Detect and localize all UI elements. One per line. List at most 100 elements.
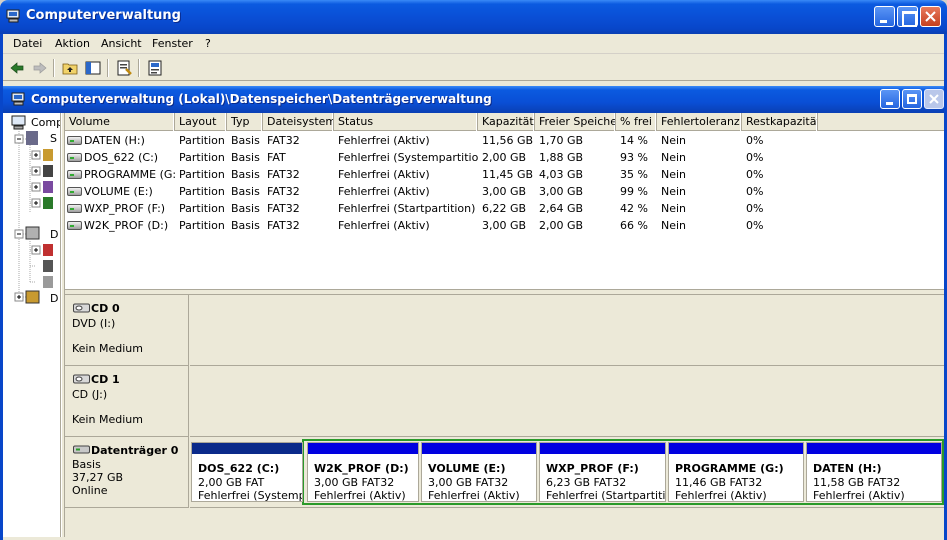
table-cell: 42 % [620, 202, 648, 215]
column-header[interactable]: Dateisystem [263, 113, 334, 131]
table-cell: Basis [231, 202, 260, 215]
menu-ansicht[interactable]: Ansicht [101, 37, 142, 50]
partition-block[interactable]: PROGRAMME (G:) 11,46 GB FAT32 Fehlerfrei (… [668, 442, 804, 502]
close-icon [925, 11, 936, 22]
table-cell: FAT [267, 151, 286, 164]
table-cell: FAT32 [267, 219, 300, 232]
disk-type: DVD (I:) [72, 317, 116, 330]
table-row[interactable]: DOS_622 (C:) Partition Basis FAT Fehlerfrei … [65, 149, 944, 166]
disk-status: Kein Medium [72, 413, 143, 426]
disk-label-cd0[interactable]: CD 0 DVD (I:) Kein Medium [65, 295, 189, 366]
table-row[interactable]: PROGRAMME (G:) Partition Basis FAT32 Fehlerf… [65, 166, 944, 183]
table-cell: Nein [661, 219, 687, 232]
table-row[interactable]: VOLUME (E:) Partition Basis FAT32 Fehlerfrei… [65, 183, 944, 200]
disk-label-cd1[interactable]: CD 1 CD (J:) Kein Medium [65, 366, 189, 437]
tree-item-computer[interactable]: Comp [31, 116, 60, 129]
properties-icon[interactable] [114, 58, 134, 78]
table-cell: Basis [231, 219, 260, 232]
console-tree[interactable]: Comp S D D [6, 113, 61, 537]
table-cell: 66 % [620, 219, 648, 232]
table-cell: WXP_PROF (F:) [65, 200, 175, 217]
table-cell: 11,45 GB [482, 168, 534, 181]
forward-arrow-icon[interactable] [30, 58, 50, 78]
table-cell: Fehlerfrei (Aktiv) [338, 219, 430, 232]
back-arrow-icon[interactable] [7, 58, 27, 78]
table-row[interactable]: W2K_PROF (D:) Partition Basis FAT32 Fehlerfr… [65, 217, 944, 234]
minimize-button[interactable] [874, 6, 895, 27]
menu-aktion[interactable]: Aktion [55, 37, 90, 50]
partition-status: Fehlerfrei (Aktiv) [813, 489, 905, 502]
column-header[interactable]: % frei [616, 113, 657, 131]
volume-name: WXP_PROF (F:) [84, 202, 166, 215]
tree-item-system[interactable]: S [50, 132, 57, 145]
tree-item-dienste[interactable]: D [50, 292, 58, 305]
table-cell: 0% [746, 168, 764, 181]
partition-block[interactable]: DOS_622 (C:) 2,00 GB FAT Fehlerfrei (Syste… [191, 442, 303, 502]
disk-area-cd1[interactable] [190, 366, 944, 437]
table-cell: Nein [661, 134, 687, 147]
table-cell: 11,56 GB [482, 134, 534, 147]
table-cell: Basis [231, 151, 260, 164]
table-cell: Fehlerfrei (Aktiv) [338, 168, 430, 181]
table-cell: 2,00 GB [482, 151, 527, 164]
column-header[interactable]: Fehlertoleranz [657, 113, 742, 131]
table-row[interactable]: WXP_PROF (F:) Partition Basis FAT32 Fehlerfr… [65, 200, 944, 217]
column-header[interactable]: Typ [227, 113, 263, 131]
partition-block[interactable]: W2K_PROF (D:) 3,00 GB FAT32 Fehlerfrei (Ak… [307, 442, 419, 502]
volume-list[interactable]: Volume Layout Typ Dateisystem Status Kapazitä… [65, 113, 944, 289]
table-cell: Basis [231, 168, 260, 181]
disk-name: CD 1 [91, 373, 120, 386]
disk-size: 37,27 GB [72, 471, 124, 484]
menu-help[interactable]: ? [205, 37, 211, 50]
partition-block[interactable]: WXP_PROF (F:) 6,23 GB FAT32 Fehlerfrei (St… [539, 442, 666, 502]
inner-close-button[interactable] [924, 89, 944, 109]
partition-size: 3,00 GB FAT32 [428, 476, 509, 489]
help-topics-icon[interactable] [145, 58, 165, 78]
menu-datei[interactable]: Datei [13, 37, 42, 50]
column-header[interactable]: Freier Speicher [535, 113, 616, 131]
partition-bar [308, 443, 418, 454]
partition-name: WXP_PROF (F:) [546, 462, 639, 475]
inner-minimize-button[interactable] [880, 89, 900, 109]
table-cell: Nein [661, 202, 687, 215]
table-cell: Nein [661, 151, 687, 164]
inner-window-titlebar[interactable]: Computerverwaltung (Lokal)\Datenspeicher… [3, 86, 944, 113]
close-button[interactable] [920, 6, 941, 27]
menu-bar: Datei Aktion Ansicht Fenster ? [3, 34, 944, 54]
table-cell: FAT32 [267, 168, 300, 181]
disk-label-disk0[interactable]: Datenträger 0 Basis 37,27 GB Online [65, 437, 189, 508]
computer-management-icon [11, 92, 25, 106]
partition-size: 6,23 GB FAT32 [546, 476, 627, 489]
table-cell: 2,64 GB [539, 202, 584, 215]
table-cell: 93 % [620, 151, 648, 164]
table-cell: DATEN (H:) [65, 132, 175, 149]
partition-status: Fehlerfrei (Startpartition) [546, 489, 665, 502]
column-header[interactable]: Kapazität [478, 113, 535, 131]
partition-bar [807, 443, 941, 454]
partition-block[interactable]: VOLUME (E:) 3,00 GB FAT32 Fehlerfrei (Akti… [421, 442, 537, 502]
tree-item-datenspeicher[interactable]: D [50, 228, 58, 241]
partition-bar [422, 443, 536, 454]
partition-name: DATEN (H:) [813, 462, 882, 475]
partition-block[interactable]: DATEN (H:) 11,58 GB FAT32 Fehlerfrei (Akti… [806, 442, 942, 502]
partition-name: VOLUME (E:) [428, 462, 506, 475]
maximize-button[interactable] [897, 6, 918, 27]
column-header[interactable]: Status [334, 113, 478, 131]
window-titlebar[interactable]: Computerverwaltung [0, 0, 947, 34]
column-header[interactable]: Layout [175, 113, 227, 131]
console-tree-icon[interactable] [83, 58, 103, 78]
partition-bar [540, 443, 665, 454]
table-row[interactable]: DATEN (H:) Partition Basis FAT32 Fehlerfrei … [65, 132, 944, 149]
folder-up-icon[interactable] [60, 58, 80, 78]
table-cell: PROGRAMME (G:) [65, 166, 175, 183]
disk-area-cd0[interactable] [190, 295, 944, 366]
cd-drive-icon [73, 303, 90, 313]
column-header[interactable]: Restkapazität [742, 113, 818, 131]
partition-status: Fehlerfrei (Aktiv) [675, 489, 767, 502]
volume-icon [67, 187, 82, 196]
inner-restore-button[interactable] [902, 89, 922, 109]
volume-icon [67, 153, 82, 162]
table-cell: Partition [179, 134, 225, 147]
column-header[interactable]: Volume [65, 113, 175, 131]
menu-fenster[interactable]: Fenster [152, 37, 193, 50]
